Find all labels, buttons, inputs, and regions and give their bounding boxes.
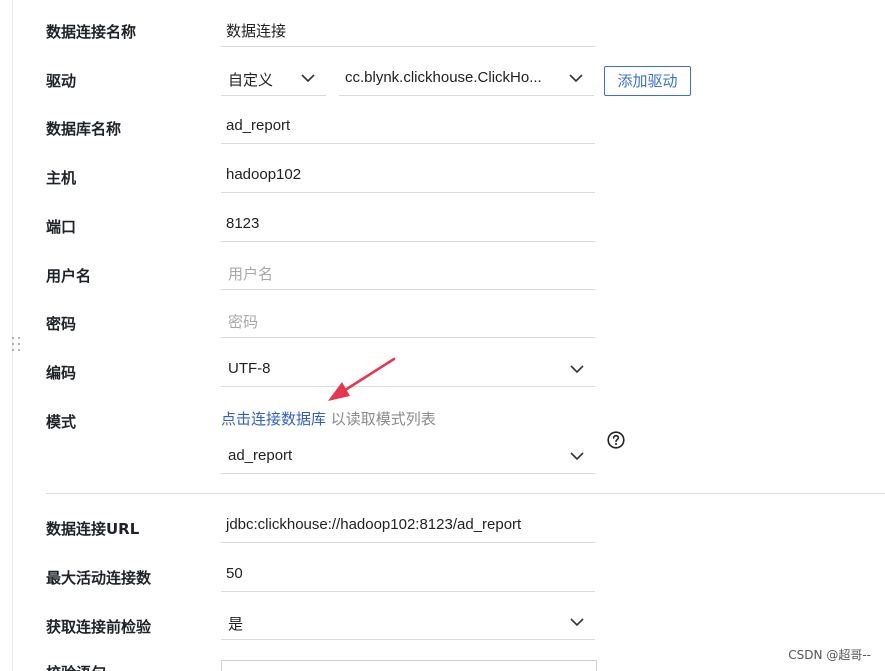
- driver-label: 驱动: [46, 72, 77, 90]
- password-label: 密码: [46, 315, 77, 333]
- test-before-get-label: 获取连接前检验: [46, 618, 152, 636]
- chevron-down-icon: [569, 74, 583, 83]
- encoding-select[interactable]: UTF-8: [221, 353, 595, 387]
- validation-query-label: 校验语句: [46, 662, 106, 671]
- drag-handle-icon[interactable]: [10, 335, 24, 353]
- chevron-down-icon: [570, 618, 584, 627]
- max-active-label: 最大活动连接数: [46, 569, 152, 587]
- connect-database-link[interactable]: 点击连接数据库: [221, 410, 326, 428]
- url-value: jdbc:clickhouse://hadoop102:8123/ad_repo…: [226, 516, 522, 533]
- url-label: 数据连接URL: [46, 520, 140, 538]
- username-input[interactable]: 用户名: [221, 256, 595, 290]
- connection-name-value: 数据连接: [226, 22, 287, 40]
- database-name-value: ad_report: [226, 117, 291, 134]
- database-name-input[interactable]: ad_report: [221, 110, 595, 144]
- chevron-down-icon: [301, 74, 315, 83]
- host-label: 主机: [46, 169, 77, 187]
- driver-class-select[interactable]: cc.blynk.clickhouse.ClickHo...: [339, 62, 594, 96]
- connection-name-input[interactable]: 数据连接: [221, 13, 595, 47]
- driver-type-select[interactable]: 自定义: [221, 62, 326, 96]
- max-active-value: 50: [226, 565, 243, 582]
- port-label: 端口: [46, 218, 77, 236]
- red-arrow-annotation: [328, 357, 396, 401]
- host-value: hadoop102: [226, 166, 302, 183]
- chevron-down-icon: [570, 365, 584, 374]
- driver-class-value: cc.blynk.clickhouse.ClickHo...: [345, 69, 542, 86]
- chevron-down-icon: [570, 452, 584, 461]
- test-before-get-select[interactable]: 是: [221, 606, 595, 640]
- add-driver-button[interactable]: 添加驱动: [604, 66, 691, 96]
- section-divider: [46, 493, 885, 494]
- schema-label: 模式: [46, 413, 77, 431]
- test-before-get-value: 是: [228, 615, 244, 633]
- watermark: CSDN @超哥--: [788, 648, 871, 662]
- host-input[interactable]: hadoop102: [221, 159, 595, 193]
- connection-name-label: 数据连接名称: [46, 23, 137, 41]
- max-active-input[interactable]: 50: [221, 558, 595, 592]
- username-placeholder: 用户名: [228, 265, 274, 283]
- password-placeholder: 密码: [228, 313, 259, 331]
- question-circle-icon[interactable]: [607, 431, 625, 449]
- port-value: 8123: [226, 215, 260, 232]
- schema-hint: 点击连接数据库 以读取模式列表: [221, 408, 436, 429]
- url-input[interactable]: jdbc:clickhouse://hadoop102:8123/ad_repo…: [221, 509, 595, 543]
- encoding-value: UTF-8: [228, 360, 271, 377]
- password-input[interactable]: 密码: [221, 304, 595, 338]
- schema-value: ad_report: [228, 447, 293, 464]
- schema-hint-text: 以读取模式列表: [326, 410, 436, 428]
- username-label: 用户名: [46, 267, 92, 285]
- encoding-label: 编码: [46, 364, 77, 382]
- port-input[interactable]: 8123: [221, 208, 595, 242]
- database-name-label: 数据库名称: [46, 120, 122, 138]
- validation-query-input[interactable]: [221, 660, 597, 671]
- driver-type-value: 自定义: [228, 71, 274, 89]
- schema-select[interactable]: ad_report: [221, 440, 595, 474]
